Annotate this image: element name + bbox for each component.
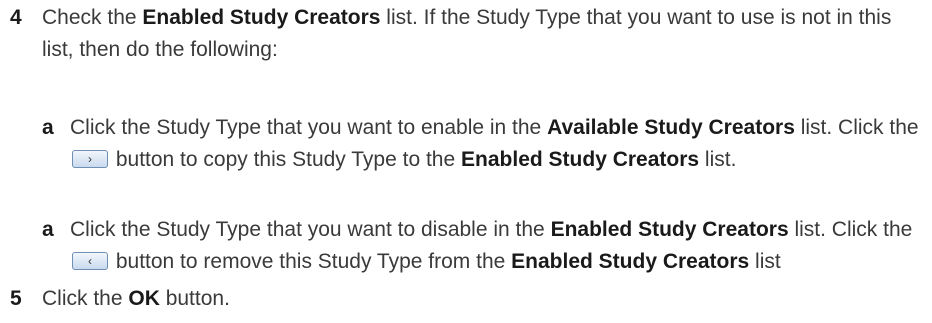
chevron-left-icon: ‹ xyxy=(88,254,92,269)
substep-text: Click the Study Type that you want to en… xyxy=(70,116,919,171)
substep-letter: a xyxy=(42,116,54,139)
enabled-study-creators-term: Enabled Study Creators xyxy=(142,6,381,29)
step-text: Click the OK button. xyxy=(42,287,230,310)
step-number: 5 xyxy=(10,287,22,310)
enabled-study-creators-term: Enabled Study Creators xyxy=(461,148,700,171)
enabled-study-creators-term: Enabled Study Creators xyxy=(511,250,750,273)
substep-letter: a xyxy=(42,218,54,241)
remove-arrow-button[interactable]: ‹ xyxy=(72,252,108,271)
step-number: 4 xyxy=(10,6,22,29)
ok-term: OK xyxy=(128,287,160,310)
add-arrow-button[interactable]: › xyxy=(72,150,108,169)
chevron-right-icon: › xyxy=(88,152,92,167)
substep-text: Click the Study Type that you want to di… xyxy=(70,218,913,273)
enabled-study-creators-term: Enabled Study Creators xyxy=(550,218,789,241)
step-text: Check the Enabled Study Creators list. I… xyxy=(42,6,892,61)
instruction-page: 4 Check the Enabled Study Creators list.… xyxy=(0,0,932,323)
available-study-creators-term: Available Study Creators xyxy=(547,116,795,139)
